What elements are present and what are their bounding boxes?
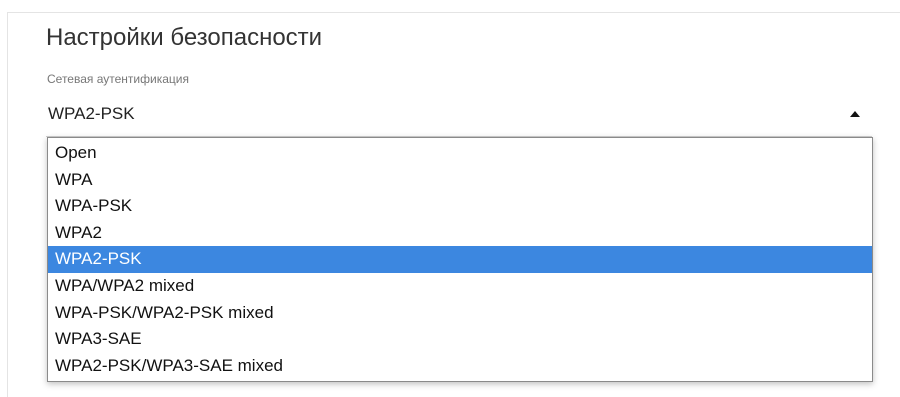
section-title: Настройки безопасности	[46, 24, 323, 51]
panel-top-border	[7, 12, 900, 13]
option-wpa3-sae[interactable]: WPA3-SAE	[48, 326, 872, 353]
auth-select[interactable]: WPA2-PSK	[46, 95, 872, 137]
option-wpa-wpa2-mixed[interactable]: WPA/WPA2 mixed	[48, 273, 872, 300]
auth-select-value: WPA2-PSK	[48, 104, 135, 123]
option-wpa2[interactable]: WPA2	[48, 220, 872, 247]
option-wpa-psk-wpa2-psk-mixed[interactable]: WPA-PSK/WPA2-PSK mixed	[48, 300, 872, 327]
auth-field-label: Сетевая аутентификация	[47, 72, 189, 86]
option-wpa2-psk-wpa3-sae-mixed[interactable]: WPA2-PSK/WPA3-SAE mixed	[48, 353, 872, 380]
option-open[interactable]: Open	[48, 140, 872, 167]
auth-dropdown-list[interactable]: Open WPA WPA-PSK WPA2 WPA2-PSK WPA/WPA2 …	[47, 137, 873, 382]
option-wpa-psk[interactable]: WPA-PSK	[48, 193, 872, 220]
option-wpa2-psk[interactable]: WPA2-PSK	[48, 246, 872, 273]
panel-left-border	[7, 12, 8, 397]
settings-page: Настройки безопасности Сетевая аутентифи…	[0, 0, 900, 397]
option-wpa[interactable]: WPA	[48, 167, 872, 194]
caret-up-icon[interactable]	[850, 111, 860, 117]
